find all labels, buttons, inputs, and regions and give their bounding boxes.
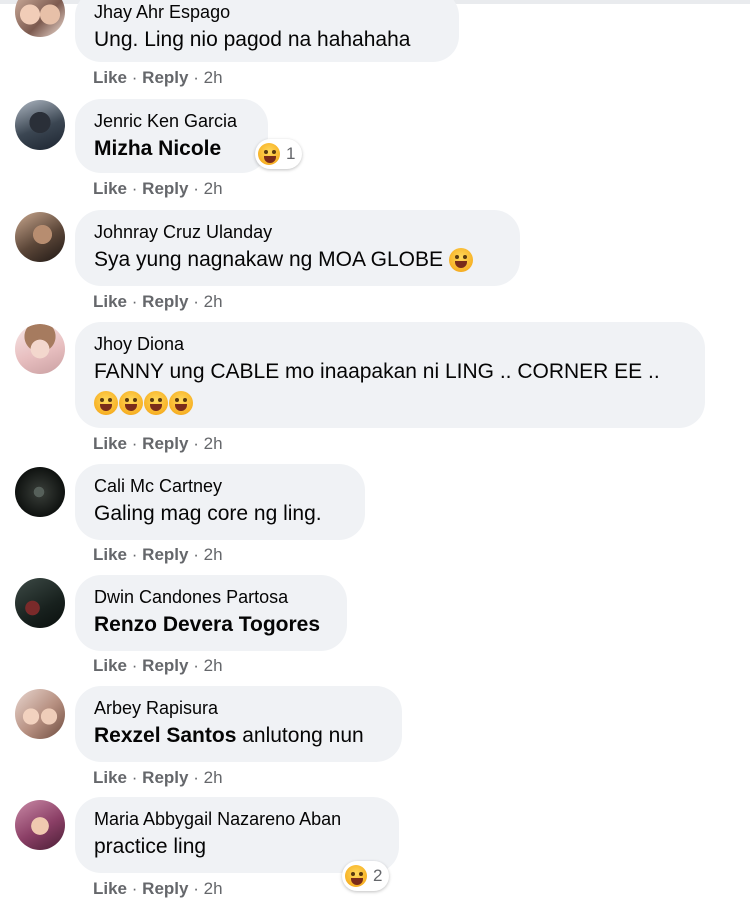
comment-actions: Like · Reply · 2h [93,434,223,454]
rolling-laughing-icon [144,391,168,416]
avatar[interactable] [15,578,65,628]
separator: · [131,68,138,87]
avatar[interactable] [15,324,65,374]
reply-button[interactable]: Reply [142,434,188,453]
reply-button[interactable]: Reply [142,879,188,898]
comment-bubble: Jhoy Diona FANNY ung CABLE mo inaapakan … [75,322,705,428]
separator: · [193,292,199,311]
like-button[interactable]: Like [93,656,127,675]
comment-actions: Like · Reply · 2h [93,768,223,788]
rolling-laughing-icon [119,391,143,416]
reply-button[interactable]: Reply [142,292,188,311]
like-button[interactable]: Like [93,768,127,787]
reaction-count: 2 [373,866,383,885]
reply-button[interactable]: Reply [142,68,188,87]
avatar[interactable] [15,0,65,37]
reply-button[interactable]: Reply [142,656,188,675]
separator: · [131,656,138,675]
avatar[interactable] [15,800,65,850]
avatar[interactable] [15,100,65,150]
haha-icon [258,143,280,165]
like-button[interactable]: Like [93,879,127,898]
avatar[interactable] [15,467,65,517]
like-button[interactable]: Like [93,292,127,311]
reaction-badge[interactable]: 2 [342,861,390,891]
separator: · [131,179,138,198]
separator: · [193,68,199,87]
reaction-count: 1 [286,144,296,163]
comment-timestamp[interactable]: 2h [204,656,223,675]
comment-actions: Like · Reply · 2h [93,292,223,312]
comment-author[interactable]: Maria Abbygail Nazareno Aban [94,807,381,831]
comment-actions: Like · Reply · 2h [93,879,223,899]
comment-actions: Like · Reply · 2h [93,68,223,88]
comment-author[interactable]: Dwin Candones Partosa [94,585,329,609]
comment-timestamp[interactable]: 2h [204,292,223,311]
comment-text: Ung. Ling nio pagod na hahahaha [94,28,411,51]
comment-actions: Like · Reply · 2h [93,179,223,199]
comment-author[interactable]: Cali Mc Cartney [94,474,347,498]
comment-timestamp[interactable]: 2h [204,434,223,453]
separator: · [131,545,138,564]
comment-author[interactable]: Jenric Ken Garcia [94,109,250,133]
separator: · [131,292,138,311]
comment-text: Mizha Nicole [94,133,250,165]
comment-author[interactable]: Arbey Rapisura [94,696,384,720]
mention-link[interactable]: Mizha Nicole [94,137,221,160]
separator: · [193,545,199,564]
mention-link[interactable]: Rexzel Santos [94,724,236,747]
separator: · [131,434,138,453]
comment-author[interactable]: Johnray Cruz Ulanday [94,220,502,244]
comment-actions: Like · Reply · 2h [93,656,223,676]
separator: · [131,768,138,787]
grinning-sweat-icon [448,248,473,273]
comment-actions: Like · Reply · 2h [93,545,223,565]
comment-text: Rexzel Santos anlutong nun [94,720,384,752]
comment-text-content: Sya yung nagnakaw ng MOA GLOBE [94,248,444,271]
comment-text: Renzo Devera Togores [94,609,329,641]
reply-button[interactable]: Reply [142,768,188,787]
comment-text-content: anlutong nun [236,724,364,747]
comment-text: practice ling [94,835,207,858]
emoji-row [94,388,687,418]
comment-author[interactable]: Jhoy Diona [94,332,687,356]
comment-bubble: Jhay Ahr Espago Ung. Ling nio pagod na h… [75,0,459,62]
comment-bubble: Dwin Candones Partosa Renzo Devera Togor… [75,575,347,651]
comment-bubble: Arbey Rapisura Rexzel Santos anlutong nu… [75,686,402,762]
comment-timestamp[interactable]: 2h [204,879,223,898]
comment-bubble: Johnray Cruz Ulanday Sya yung nagnakaw n… [75,210,520,286]
comment-timestamp[interactable]: 2h [204,68,223,87]
like-button[interactable]: Like [93,68,127,87]
like-button[interactable]: Like [93,545,127,564]
like-button[interactable]: Like [93,434,127,453]
rolling-laughing-icon [94,391,118,416]
separator: · [193,879,199,898]
mention-link[interactable]: Renzo Devera Togores [94,613,320,636]
reply-button[interactable]: Reply [142,545,188,564]
comment-text: Sya yung nagnakaw ng MOA GLOBE [94,244,502,276]
comment-text: Galing mag core ng ling. [94,502,322,525]
separator: · [193,434,199,453]
comment-text: FANNY ung CABLE mo inaapakan ni LING .. … [94,360,660,383]
separator: · [193,768,199,787]
comment-timestamp[interactable]: 2h [204,768,223,787]
reaction-badge[interactable]: 1 [255,139,303,169]
like-button[interactable]: Like [93,179,127,198]
separator: · [131,879,138,898]
avatar[interactable] [15,689,65,739]
comment-timestamp[interactable]: 2h [204,179,223,198]
comment-timestamp[interactable]: 2h [204,545,223,564]
avatar[interactable] [15,212,65,262]
separator: · [193,179,199,198]
rolling-laughing-icon [169,391,193,416]
haha-icon [345,865,367,887]
reply-button[interactable]: Reply [142,179,188,198]
separator: · [193,656,199,675]
comment-bubble: Cali Mc Cartney Galing mag core ng ling. [75,464,365,540]
comment-bubble: Jenric Ken Garcia Mizha Nicole [75,99,268,173]
comment-author[interactable]: Jhay Ahr Espago [94,0,441,24]
